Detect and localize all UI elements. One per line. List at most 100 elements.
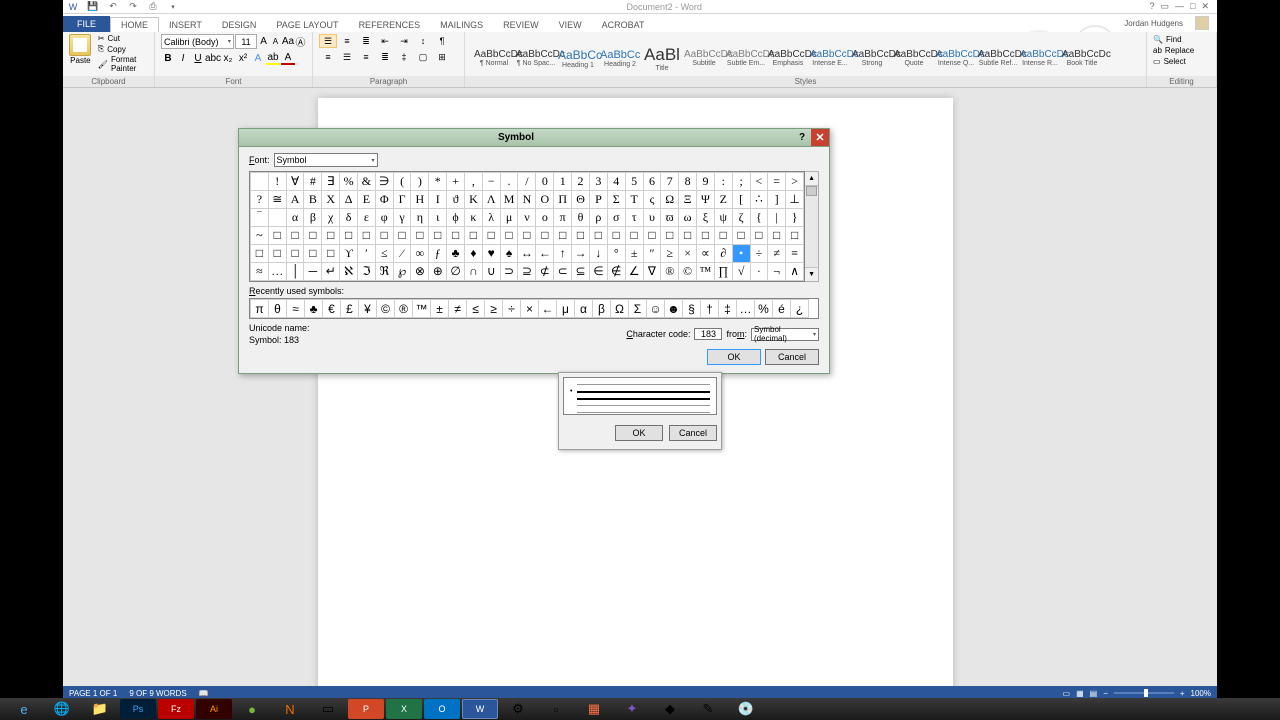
symbol-cell[interactable]: Ο bbox=[536, 191, 554, 209]
align-right-button[interactable]: ≡ bbox=[357, 50, 375, 64]
sort-button[interactable]: ↕ bbox=[414, 34, 432, 48]
taskbar-app5-icon[interactable]: ▫ bbox=[538, 699, 574, 719]
symbol-cell[interactable]: ← bbox=[536, 245, 554, 263]
symbol-cell[interactable]: ) bbox=[411, 173, 429, 191]
recent-symbol-cell[interactable]: ♣ bbox=[305, 300, 323, 318]
recent-symbol-cell[interactable]: ☻ bbox=[665, 300, 683, 318]
symbol-cell[interactable]: Κ bbox=[465, 191, 483, 209]
recent-symbol-cell[interactable]: ≠ bbox=[449, 300, 467, 318]
symbol-cell[interactable]: Ω bbox=[661, 191, 679, 209]
style-item[interactable]: AaBbCcDcIntense Q... bbox=[935, 36, 977, 80]
style-item[interactable]: AaBbCcDcIntense R... bbox=[1019, 36, 1061, 80]
sub-ok-button[interactable]: OK bbox=[615, 425, 663, 441]
symbol-cell[interactable]: ϕ bbox=[447, 209, 465, 227]
zoom-in-button[interactable]: + bbox=[1180, 689, 1185, 698]
recent-symbol-cell[interactable]: × bbox=[521, 300, 539, 318]
symbol-cell[interactable]: ⊗ bbox=[411, 263, 429, 281]
symbol-cell[interactable]: ♣ bbox=[447, 245, 465, 263]
borders-button[interactable]: ⊞ bbox=[433, 50, 451, 64]
change-case-icon[interactable]: Aa bbox=[282, 35, 294, 49]
tab-acrobat[interactable]: ACROBAT bbox=[592, 18, 655, 32]
symbol-cell[interactable]: Β bbox=[304, 191, 322, 209]
symbol-cell[interactable]: ∈ bbox=[590, 263, 608, 281]
recent-symbol-cell[interactable]: π bbox=[251, 300, 269, 318]
paste-button[interactable]: Paste bbox=[69, 34, 92, 73]
symbol-cell[interactable]: □ bbox=[572, 227, 590, 245]
taskbar-chrome-icon[interactable]: 🌐 bbox=[44, 699, 80, 719]
symbol-cell[interactable]: Σ bbox=[607, 191, 625, 209]
symbol-cell[interactable]: 0 bbox=[536, 173, 554, 191]
tab-view[interactable]: VIEW bbox=[549, 18, 592, 32]
symbol-cell[interactable]: □ bbox=[429, 227, 447, 245]
justify-button[interactable]: ≣ bbox=[376, 50, 394, 64]
symbol-cell[interactable]: Π bbox=[554, 191, 572, 209]
dialog-help-button[interactable]: ? bbox=[793, 132, 811, 143]
symbol-cell[interactable]: ℑ bbox=[357, 263, 375, 281]
recent-symbol-cell[interactable]: ≤ bbox=[467, 300, 485, 318]
tab-file[interactable]: FILE bbox=[63, 16, 110, 32]
symbol-cell[interactable]: ⊂ bbox=[554, 263, 572, 281]
increase-indent-button[interactable]: ⇥ bbox=[395, 34, 413, 48]
style-item[interactable]: AaBbCcDc¶ Normal bbox=[473, 36, 515, 80]
scroll-up-button[interactable]: ▲ bbox=[805, 172, 818, 186]
symbol-cell[interactable]: □ bbox=[732, 227, 750, 245]
symbol-cell[interactable]: ⊆ bbox=[572, 263, 590, 281]
symbol-cell[interactable]: ¬ bbox=[768, 263, 786, 281]
taskbar-app2-icon[interactable]: N bbox=[272, 699, 308, 719]
symbol-cell[interactable]: □ bbox=[322, 227, 340, 245]
maximize-icon[interactable]: □ bbox=[1190, 1, 1195, 12]
symbol-cell[interactable]: ∂ bbox=[714, 245, 732, 263]
symbol-cell[interactable]: & bbox=[357, 173, 375, 191]
symbol-cell[interactable]: , bbox=[465, 173, 483, 191]
symbol-cell[interactable]: ⊃ bbox=[500, 263, 518, 281]
symbol-cell[interactable]: ⊕ bbox=[429, 263, 447, 281]
symbol-cell[interactable]: ϒ bbox=[340, 245, 358, 263]
symbol-cell[interactable]: + bbox=[447, 173, 465, 191]
symbol-cell[interactable]: ℘ bbox=[393, 263, 411, 281]
recent-symbol-cell[interactable]: β bbox=[593, 300, 611, 318]
tab-review[interactable]: REVIEW bbox=[493, 18, 549, 32]
recent-symbol-cell[interactable]: ÷ bbox=[503, 300, 521, 318]
strikethrough-button[interactable]: abc bbox=[206, 51, 220, 65]
recent-symbol-cell[interactable]: Σ bbox=[629, 300, 647, 318]
symbol-cell[interactable]: { bbox=[750, 209, 768, 227]
minimize-icon[interactable]: — bbox=[1175, 1, 1184, 12]
symbol-cell[interactable]: · bbox=[750, 263, 768, 281]
symbol-cell[interactable]: □ bbox=[607, 227, 625, 245]
symbol-cell[interactable]: ∇ bbox=[643, 263, 661, 281]
symbol-cell[interactable]: ↔ bbox=[518, 245, 536, 263]
symbol-cell[interactable]: μ bbox=[500, 209, 518, 227]
redo-icon[interactable]: ↷ bbox=[127, 1, 139, 13]
symbol-cell[interactable]: Φ bbox=[375, 191, 393, 209]
style-item[interactable]: AaBbCcHeading 1 bbox=[557, 36, 599, 80]
recent-symbol-cell[interactable]: é bbox=[773, 300, 791, 318]
symbol-cell[interactable]: ≤ bbox=[375, 245, 393, 263]
symbol-cell[interactable]: Ρ bbox=[590, 191, 608, 209]
from-select[interactable]: Symbol (decimal)▾ bbox=[751, 328, 819, 341]
symbol-cell[interactable]: ≥ bbox=[661, 245, 679, 263]
clear-format-icon[interactable]: Ⓐ bbox=[295, 35, 306, 49]
symbol-cell[interactable]: ″ bbox=[643, 245, 661, 263]
symbol-cell[interactable]: ∝ bbox=[697, 245, 715, 263]
style-item[interactable]: AaBbCcDcBook Title bbox=[1061, 36, 1103, 80]
symbol-cell[interactable]: ∠ bbox=[625, 263, 643, 281]
symbol-cell[interactable]: ∪ bbox=[482, 263, 500, 281]
taskbar-excel-icon[interactable]: X bbox=[386, 699, 422, 719]
symbol-cell[interactable]: < bbox=[750, 173, 768, 191]
symbol-cell[interactable]: □ bbox=[768, 227, 786, 245]
symbol-cell[interactable]: Ν bbox=[518, 191, 536, 209]
decrease-indent-button[interactable]: ⇤ bbox=[376, 34, 394, 48]
symbol-cell[interactable]: Δ bbox=[340, 191, 358, 209]
taskbar-app6-icon[interactable]: ▦ bbox=[576, 699, 612, 719]
recent-symbol-cell[interactable]: ☺ bbox=[647, 300, 665, 318]
symbol-cell[interactable]: □ bbox=[625, 227, 643, 245]
recent-symbol-cell[interactable]: … bbox=[737, 300, 755, 318]
symbol-cell[interactable]: ω bbox=[679, 209, 697, 227]
symbol-cell[interactable]: ′ bbox=[357, 245, 375, 263]
symbol-cell[interactable]: β bbox=[304, 209, 322, 227]
taskbar-explorer-icon[interactable]: 📁 bbox=[82, 699, 118, 719]
symbol-cell[interactable]: □ bbox=[304, 245, 322, 263]
recent-symbol-cell[interactable]: † bbox=[701, 300, 719, 318]
symbol-cell[interactable]: 8 bbox=[679, 173, 697, 191]
symbol-cell[interactable]: □ bbox=[375, 227, 393, 245]
